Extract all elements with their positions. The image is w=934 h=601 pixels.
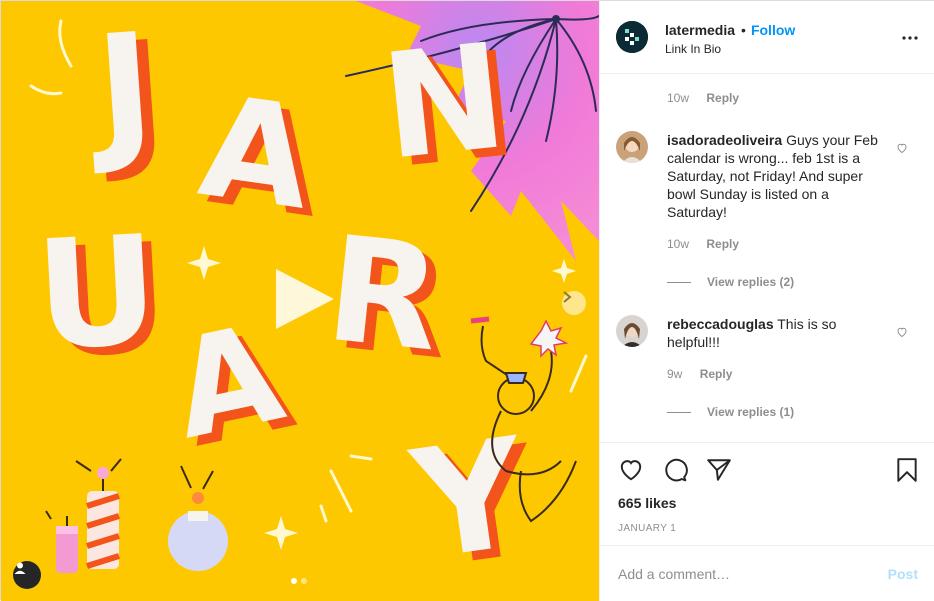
heart-icon xyxy=(897,327,907,338)
reply-button[interactable]: Reply xyxy=(706,91,739,105)
like-button[interactable] xyxy=(618,457,644,488)
post-username[interactable]: latermedia xyxy=(665,22,735,38)
like-comment-button[interactable] xyxy=(896,141,908,159)
avatar[interactable] xyxy=(616,21,648,53)
svg-text:J: J xyxy=(82,1,159,179)
carousel-indicator xyxy=(291,578,307,584)
tagged-users-button[interactable] xyxy=(13,561,41,589)
user-photo-icon xyxy=(616,315,648,347)
reply-button[interactable]: Reply xyxy=(706,237,739,251)
fireworks-candles xyxy=(45,458,228,573)
svg-text:U: U xyxy=(32,204,163,384)
carousel-dot xyxy=(301,578,307,584)
instagram-post: J J A A N N U U R R A A Y Y latermedia •… xyxy=(0,0,934,601)
comment-body: rebeccadouglas This is so helpful!!! xyxy=(667,315,887,351)
add-comment-bar: Post xyxy=(600,545,934,601)
bookmark-icon xyxy=(897,458,917,482)
reply-button[interactable]: Reply xyxy=(700,367,733,381)
avatar[interactable] xyxy=(616,315,648,347)
user-photo-icon xyxy=(616,131,648,163)
divider xyxy=(667,281,691,283)
paper-plane-icon xyxy=(707,459,731,481)
comment-body: isadoradeoliveira Guys your Feb calendar… xyxy=(667,131,887,221)
comment-age: 10w xyxy=(667,237,690,251)
save-button[interactable] xyxy=(894,457,920,488)
svg-text:N: N xyxy=(375,12,513,193)
more-options-button[interactable] xyxy=(902,27,918,45)
heart-icon xyxy=(897,143,907,154)
carousel-next-button[interactable] xyxy=(562,291,586,315)
brand-logo-icon xyxy=(616,21,648,53)
username-row: latermedia • Follow xyxy=(665,22,795,38)
view-replies-label: View replies (2) xyxy=(707,275,795,289)
view-replies-button[interactable]: View replies (1) xyxy=(667,405,794,419)
comment-username[interactable]: rebeccadouglas xyxy=(667,316,774,332)
svg-text:R: R xyxy=(319,205,448,385)
comment-username[interactable]: isadoradeoliveira xyxy=(667,132,782,148)
post-side-panel: latermedia • Follow Link In Bio 10w Repl… xyxy=(599,1,934,601)
comment-age: 10w xyxy=(667,91,690,105)
svg-text:A: A xyxy=(191,65,321,241)
carousel-dot xyxy=(291,578,297,584)
comment-icon xyxy=(665,458,688,482)
location-link[interactable]: Link In Bio xyxy=(665,42,721,56)
comment-meta: 10w Reply xyxy=(667,237,753,251)
play-icon xyxy=(276,269,334,329)
post-header: latermedia • Follow Link In Bio xyxy=(600,1,934,74)
comment-button[interactable] xyxy=(662,457,688,488)
comments-list[interactable]: 10w Reply isadoradeoliveira Guys your Fe… xyxy=(600,74,934,442)
more-icon xyxy=(902,36,918,40)
post-media[interactable]: J J A A N N U U R R A A Y Y xyxy=(1,1,599,601)
comment-input[interactable] xyxy=(618,564,868,584)
avatar[interactable] xyxy=(616,131,648,163)
post-comment-button[interactable]: Post xyxy=(888,566,918,582)
user-icon xyxy=(14,562,26,574)
post-actions: 665 likes JANUARY 1 xyxy=(600,442,934,545)
divider xyxy=(667,411,691,413)
separator: • xyxy=(741,22,746,38)
like-comment-button[interactable] xyxy=(896,325,908,343)
chevron-right-icon xyxy=(563,291,572,303)
share-button[interactable] xyxy=(706,457,732,488)
heart-icon xyxy=(620,460,642,481)
follow-button[interactable]: Follow xyxy=(751,22,795,38)
view-replies-button[interactable]: View replies (2) xyxy=(667,275,794,289)
comment-age: 9w xyxy=(667,367,683,381)
play-button[interactable] xyxy=(271,266,337,332)
view-replies-label: View replies (1) xyxy=(707,405,795,419)
caption-meta: 10w Reply xyxy=(667,91,753,105)
likes-count[interactable]: 665 likes xyxy=(618,495,676,511)
post-date[interactable]: JANUARY 1 xyxy=(618,523,676,534)
comment-meta: 9w Reply xyxy=(667,367,746,381)
